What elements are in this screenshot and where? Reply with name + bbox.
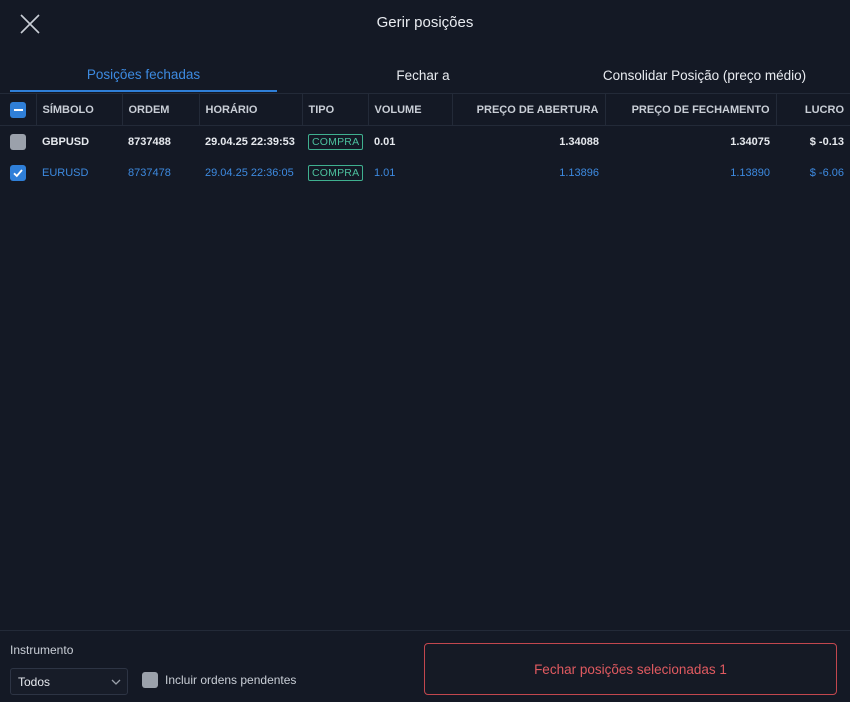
col-header-close-price[interactable]: PREÇO DE FECHAMENTO (605, 93, 777, 126)
cell-close-price: 1.13890 (730, 166, 770, 179)
row-select-cell (0, 126, 36, 158)
table-row[interactable]: EURUSD 8737478 29.04.25 22:36:05 COMPRA … (0, 157, 850, 188)
include-pending-toggle[interactable]: Incluir ordens pendentes (142, 672, 296, 688)
col-header-time[interactable]: HORÁRIO (199, 93, 303, 126)
select-all-checkbox[interactable] (10, 101, 26, 118)
select-all-cell (0, 93, 37, 126)
footer-bar: Instrumento Todos Incluir ordens pendent… (0, 630, 850, 702)
col-header-symbol[interactable]: SÍMBOLO (36, 93, 123, 126)
type-badge: COMPRA (308, 164, 364, 181)
tab-close-at[interactable]: Fechar a (277, 58, 569, 92)
chevron-down-icon (111, 679, 121, 685)
cell-time: 29.04.25 22:36:05 (205, 166, 294, 179)
cell-open-price: 1.13896 (559, 166, 599, 179)
cell-symbol: EURUSD (42, 166, 89, 179)
col-header-profit[interactable]: LUCRO (776, 93, 850, 126)
cell-type: COMPRA (302, 157, 368, 188)
col-header-order[interactable]: ORDEM (122, 93, 200, 126)
cell-order: 8737478 (128, 166, 171, 179)
cell-type: COMPRA (302, 126, 368, 158)
table-row[interactable]: GBPUSD 8737488 29.04.25 22:39:53 COMPRA … (0, 126, 850, 158)
positions-table: SÍMBOLO ORDEM HORÁRIO TIPO VOLUME PREÇO … (0, 93, 850, 188)
dialog-title: Gerir posições (376, 14, 474, 31)
col-header-volume[interactable]: VOLUME (368, 93, 453, 126)
cell-profit: $ -6.06 (809, 166, 844, 179)
include-pending-label: Incluir ordens pendentes (165, 673, 297, 687)
cell-volume: 1.01 (374, 166, 396, 179)
tab-consolidate-position[interactable]: Consolidar Posição (preço médio) (569, 58, 840, 92)
instrument-select-value: Todos (18, 674, 51, 689)
close-selected-positions-button[interactable]: Fechar posições selecionadas 1 (424, 643, 837, 695)
type-badge: COMPRA (308, 133, 364, 150)
cell-symbol: GBPUSD (42, 135, 90, 148)
minus-icon (13, 108, 23, 111)
instrument-label: Instrumento (10, 643, 74, 657)
row-checkbox[interactable] (10, 164, 26, 181)
row-checkbox[interactable] (10, 133, 26, 150)
cell-volume: 0.01 (374, 135, 396, 148)
cell-time: 29.04.25 22:39:53 (205, 135, 295, 148)
col-header-open-price[interactable]: PREÇO DE ABERTURA (452, 93, 606, 126)
col-header-type[interactable]: TIPO (302, 93, 369, 126)
instrument-select[interactable]: Todos (10, 668, 128, 695)
include-pending-checkbox[interactable] (142, 672, 158, 688)
cell-close-price: 1.34075 (730, 135, 770, 148)
cell-open-price: 1.34088 (559, 135, 599, 148)
cell-profit: $ -0.13 (809, 135, 844, 148)
check-icon (13, 168, 23, 177)
tab-bar: Posições fechadas Fechar a Consolidar Po… (10, 58, 840, 92)
cell-order: 8737488 (128, 135, 171, 148)
row-select-cell (0, 157, 36, 188)
table-header-row: SÍMBOLO ORDEM HORÁRIO TIPO VOLUME PREÇO … (0, 93, 850, 126)
tab-closed-positions[interactable]: Posições fechadas (10, 58, 277, 92)
